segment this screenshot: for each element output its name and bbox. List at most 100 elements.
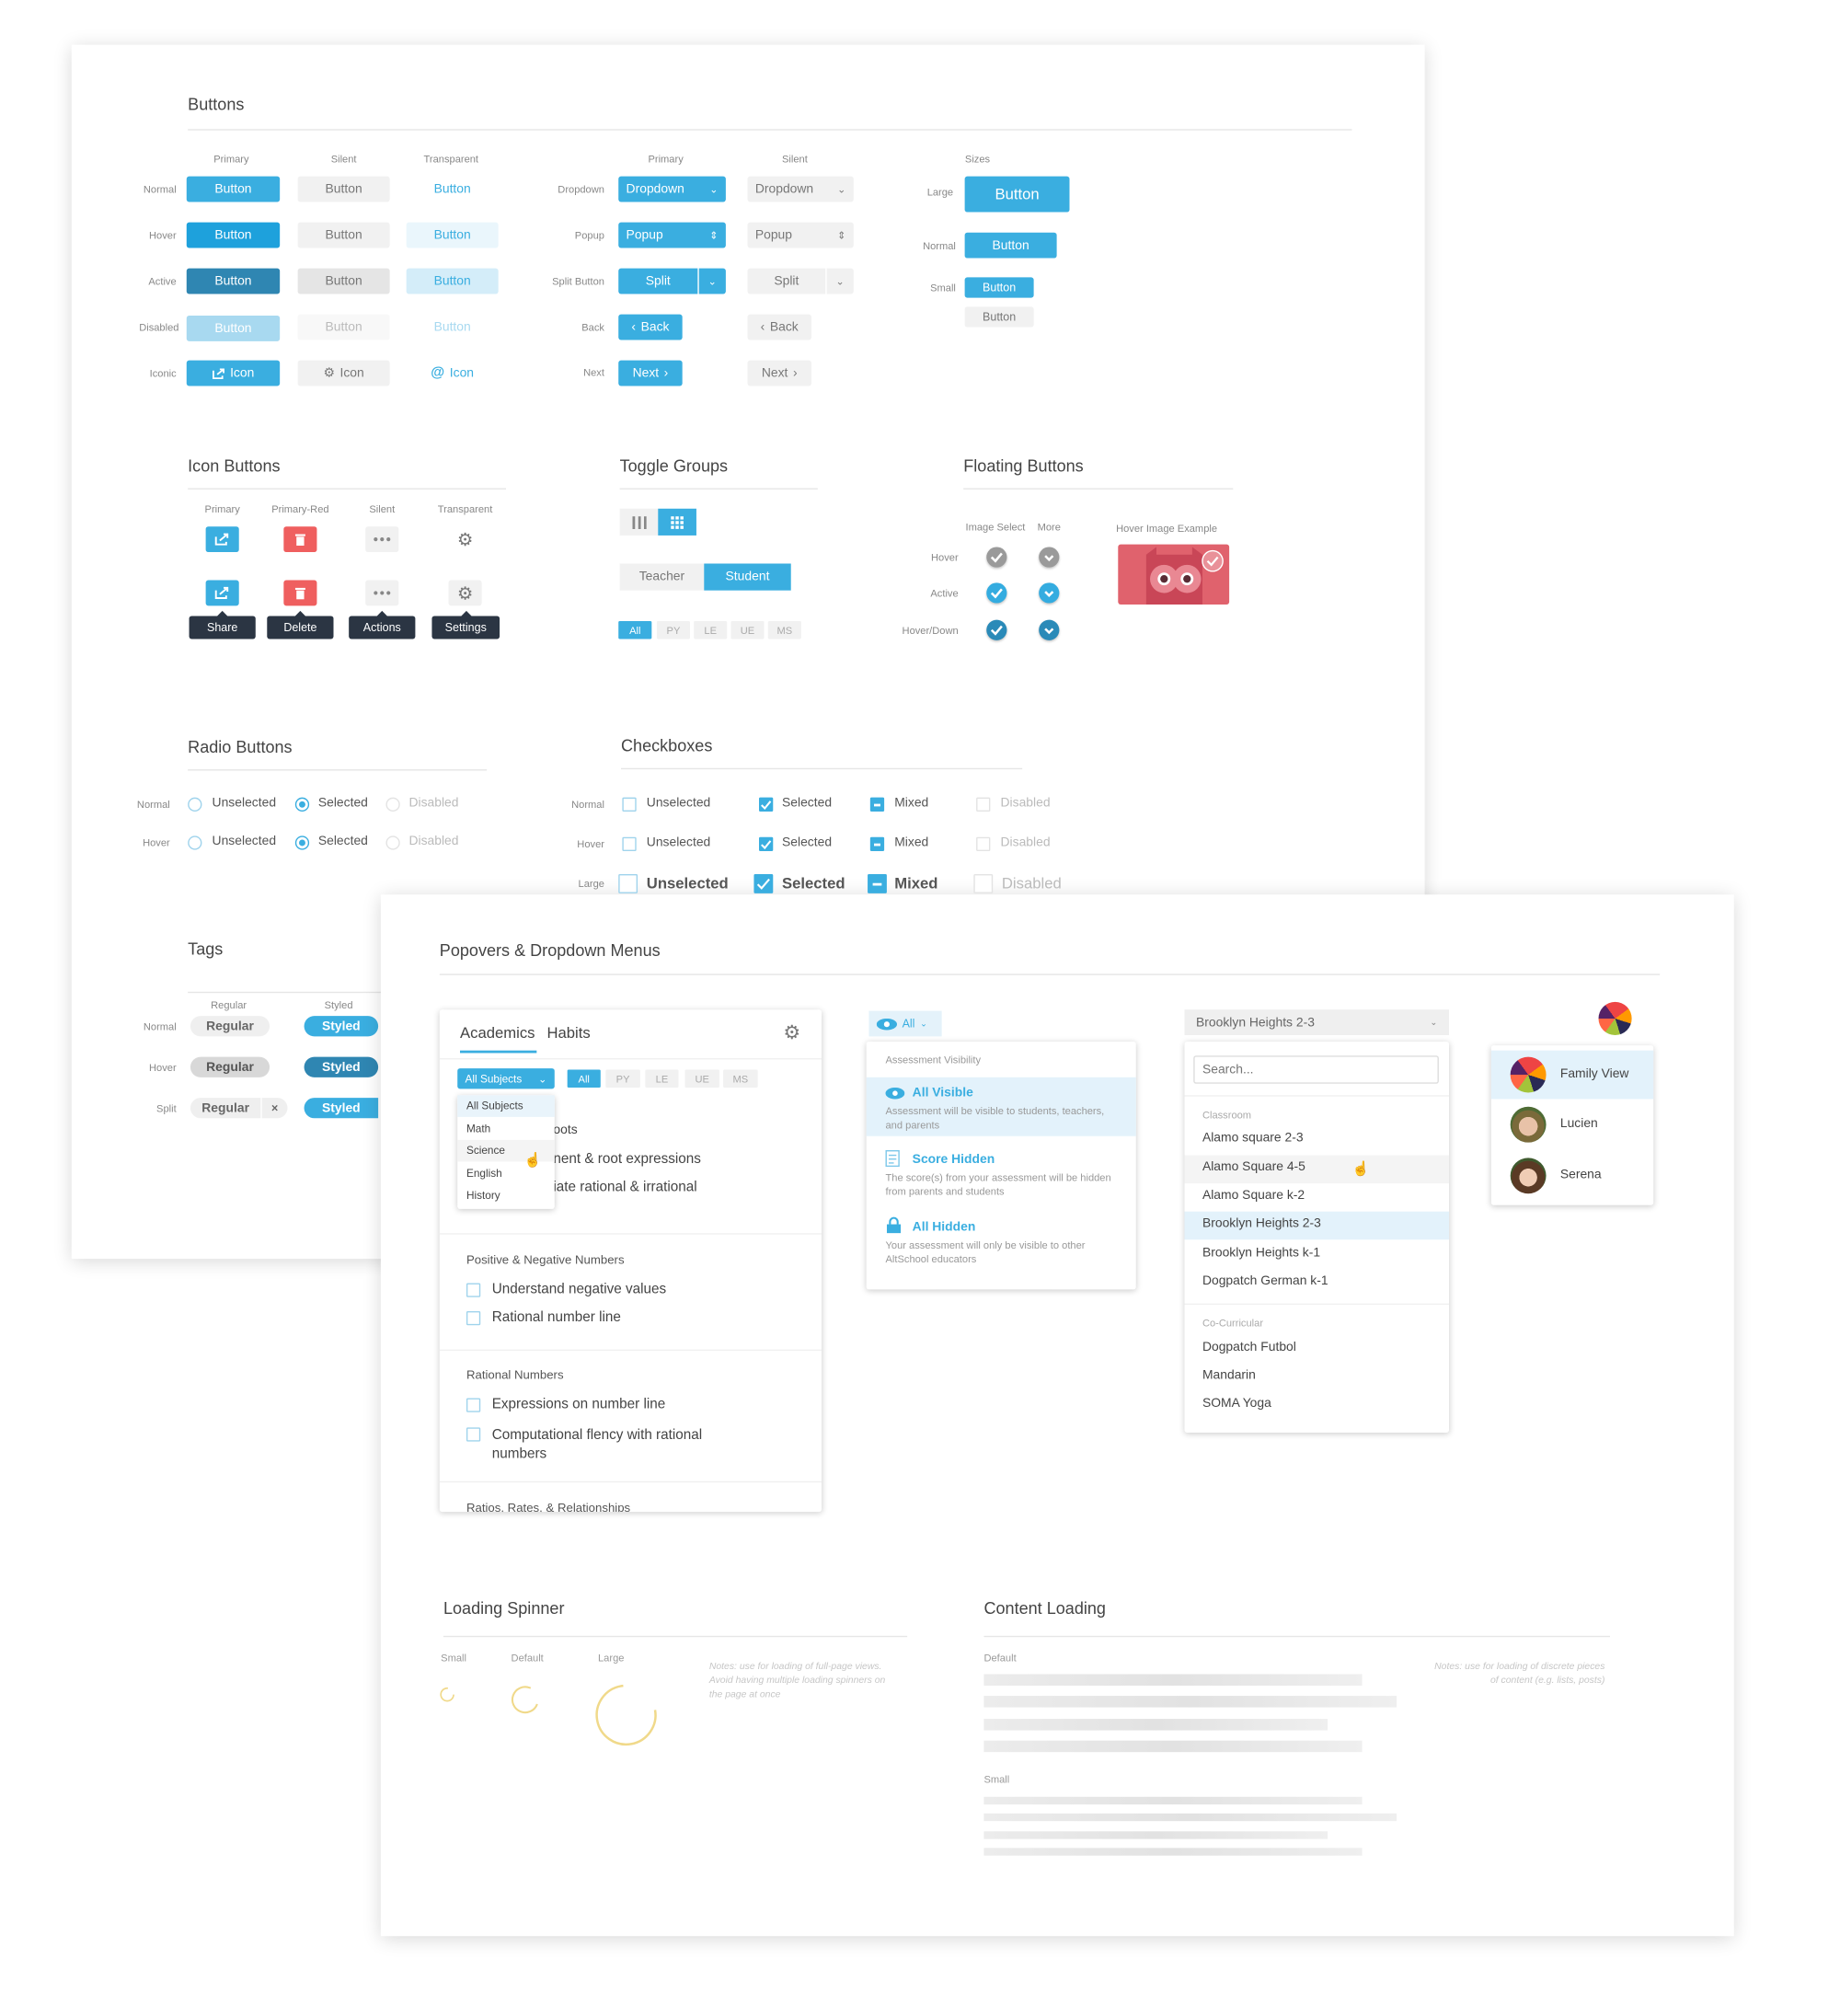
subject-option[interactable]: History	[466, 1189, 500, 1202]
toggle-student[interactable]: Student	[704, 563, 791, 591]
toggle-teacher[interactable]: Teacher	[619, 563, 705, 591]
silent-split-toggle[interactable]: ⌄	[826, 268, 854, 294]
silent-back-button[interactable]: ‹ Back	[747, 314, 811, 340]
level-filter-ue[interactable]: UE	[684, 1069, 719, 1088]
classroom-option[interactable]: Dogpatch Futbol	[1202, 1341, 1296, 1354]
visibility-trigger[interactable]: All ⌄	[868, 1010, 942, 1037]
large-button[interactable]: Button	[964, 176, 1070, 213]
tag-styled-split[interactable]: Styled	[304, 1098, 379, 1119]
silent-icon-button[interactable]: ⚙ Icon	[297, 360, 390, 386]
checkbox-mixed[interactable]	[869, 797, 885, 812]
transparent-button-active[interactable]: Button	[406, 268, 499, 294]
transparent-button-normal[interactable]: Button	[407, 177, 499, 202]
checkbox-selected[interactable]	[759, 836, 774, 852]
subject-option[interactable]: All Subjects	[466, 1099, 523, 1112]
silent-popup-button[interactable]: Popup ⇕	[747, 222, 854, 248]
classroom-option[interactable]: Dogpatch German k-1	[1202, 1274, 1328, 1288]
checkbox-unselected[interactable]	[622, 797, 637, 812]
classroom-search-input[interactable]	[1193, 1055, 1439, 1084]
primary-split-toggle[interactable]: ⌄	[698, 268, 726, 294]
grid-view-toggle[interactable]	[658, 508, 696, 536]
checkbox-mixed[interactable]	[869, 836, 885, 852]
icon-button-actions[interactable]	[365, 580, 399, 606]
image-select-floating-button[interactable]	[986, 582, 1007, 604]
profile-option[interactable]: Family View	[1560, 1067, 1629, 1081]
radio-unselected[interactable]	[188, 835, 202, 850]
primary-button-active[interactable]: Button	[186, 268, 281, 294]
small-button[interactable]: Button	[964, 277, 1034, 298]
silent-button-active[interactable]: Button	[297, 268, 390, 294]
classroom-option[interactable]: Alamo Square 4-5	[1202, 1160, 1305, 1174]
tag-styled-hover[interactable]: Styled	[304, 1056, 379, 1077]
checkbox-selected[interactable]	[753, 874, 774, 893]
icon-button-delete[interactable]	[283, 580, 317, 606]
icon-button-settings[interactable]: ⚙	[449, 526, 482, 552]
icon-button-share[interactable]	[205, 526, 239, 553]
primary-dropdown-button[interactable]: Dropdown ⌄	[618, 176, 726, 202]
classroom-select[interactable]: Brooklyn Heights 2-3 ⌄	[1184, 1009, 1450, 1036]
hover-image-example[interactable]	[1118, 544, 1230, 605]
classroom-option[interactable]: Alamo square 2-3	[1202, 1131, 1304, 1145]
radio-selected[interactable]	[294, 835, 310, 850]
image-select-floating-button[interactable]	[986, 547, 1007, 568]
silent-split-button[interactable]: Split	[747, 268, 826, 294]
primary-popup-button[interactable]: Popup ⇕	[618, 222, 726, 248]
transparent-button-hover[interactable]: Button	[406, 222, 499, 248]
classroom-option[interactable]: Alamo Square k-2	[1202, 1189, 1305, 1203]
more-floating-button[interactable]	[1039, 582, 1060, 604]
primary-next-button[interactable]: Next ›	[618, 360, 683, 386]
silent-button-normal[interactable]: Button	[297, 176, 390, 202]
radio-selected[interactable]	[294, 797, 310, 812]
list-view-toggle[interactable]	[619, 508, 659, 536]
normal-button[interactable]: Button	[964, 232, 1057, 259]
tag-regular[interactable]: Regular	[190, 1016, 270, 1037]
subject-option[interactable]: Math	[466, 1122, 490, 1135]
tab-habits[interactable]: Habits	[546, 1024, 590, 1042]
checkbox-unselected[interactable]	[618, 874, 638, 893]
skill-checkbox[interactable]	[466, 1283, 481, 1297]
checkbox-selected[interactable]	[759, 797, 774, 812]
gear-icon[interactable]: ⚙	[783, 1021, 800, 1044]
level-filter-py[interactable]: PY	[605, 1069, 640, 1088]
tag-remove-button[interactable]: ×	[261, 1098, 288, 1119]
primary-split-button[interactable]: Split	[618, 268, 698, 294]
level-toggle-all[interactable]: All	[618, 621, 652, 639]
profile-avatar-button[interactable]	[1598, 1001, 1632, 1036]
level-toggle-le[interactable]: LE	[694, 621, 728, 639]
level-toggle-ms[interactable]: MS	[767, 621, 801, 639]
level-toggle-ue[interactable]: UE	[730, 621, 765, 639]
skill-checkbox[interactable]	[466, 1311, 481, 1326]
primary-icon-button[interactable]: Icon	[186, 360, 281, 386]
primary-back-button[interactable]: ‹ Back	[618, 314, 683, 340]
skill-checkbox[interactable]	[466, 1427, 481, 1442]
level-toggle-py[interactable]: PY	[656, 621, 691, 639]
tag-regular-hover[interactable]: Regular	[190, 1056, 270, 1077]
primary-button-hover[interactable]: Button	[186, 222, 281, 248]
checkbox-mixed[interactable]	[868, 874, 887, 893]
classroom-option[interactable]: Mandarin	[1202, 1369, 1256, 1383]
profile-option[interactable]: Serena	[1560, 1168, 1602, 1181]
icon-button-share[interactable]	[205, 580, 239, 606]
level-filter-ms[interactable]: MS	[723, 1069, 758, 1088]
more-floating-button[interactable]	[1039, 547, 1060, 568]
silent-next-button[interactable]: Next ›	[747, 360, 811, 386]
radio-unselected[interactable]	[188, 797, 202, 812]
classroom-option[interactable]: Brooklyn Heights k-1	[1202, 1246, 1320, 1260]
checkbox-unselected[interactable]	[622, 836, 637, 852]
subject-select[interactable]: All Subjects ⌄	[457, 1068, 555, 1089]
classroom-option[interactable]: Brooklyn Heights 2-3	[1202, 1216, 1321, 1230]
profile-option[interactable]: Lucien	[1560, 1117, 1598, 1131]
level-filter-le[interactable]: LE	[645, 1069, 679, 1088]
silent-dropdown-button[interactable]: Dropdown ⌄	[747, 176, 854, 202]
silent-button-hover[interactable]: Button	[297, 222, 390, 248]
subject-option[interactable]: English	[466, 1167, 502, 1180]
level-filter-all[interactable]: All	[567, 1069, 601, 1088]
tag-regular-split[interactable]: Regular	[190, 1098, 261, 1119]
primary-button-normal[interactable]: Button	[186, 176, 281, 202]
image-select-floating-button[interactable]	[986, 619, 1007, 640]
subject-option[interactable]: Science	[466, 1144, 505, 1157]
more-floating-button[interactable]	[1039, 619, 1060, 640]
transparent-icon-button[interactable]: @ Icon	[407, 361, 499, 386]
skill-checkbox[interactable]	[466, 1398, 481, 1412]
classroom-option[interactable]: SOMA Yoga	[1202, 1397, 1271, 1411]
